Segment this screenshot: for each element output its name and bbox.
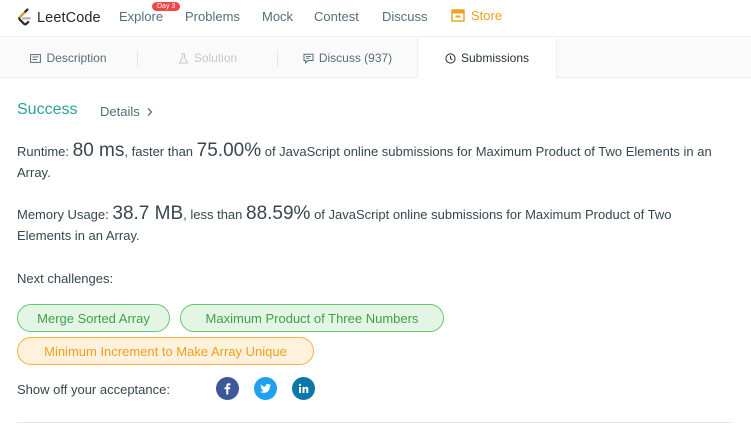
tab-discuss-label: Discuss (937) <box>318 51 393 65</box>
tab-solution-label: Solution <box>193 51 238 65</box>
description-icon <box>30 53 42 63</box>
status-success: Success <box>17 101 78 118</box>
twitter-icon <box>259 384 272 393</box>
divider <box>17 422 733 423</box>
memory-summary: Memory Usage: 38.7 MB, less than 88.59% … <box>17 203 727 246</box>
runtime-value: 80 ms <box>72 140 125 161</box>
leetcode-logo[interactable]: LeetCode <box>16 7 101 29</box>
linkedin-share-button[interactable] <box>292 377 315 400</box>
details-link[interactable]: Details <box>100 104 154 119</box>
nav-store[interactable]: Store <box>451 8 502 23</box>
nav-mock[interactable]: Mock <box>262 9 293 24</box>
tab-discuss[interactable]: Discuss (937) <box>278 38 417 78</box>
leetcode-logo-icon <box>18 8 31 26</box>
problem-tabs: Description Solution Discuss (937) Submi… <box>0 38 751 78</box>
comment-icon <box>303 53 314 64</box>
store-icon <box>451 9 465 22</box>
tab-submissions[interactable]: Submissions <box>417 38 557 78</box>
memory-mid: , less than <box>183 207 247 222</box>
challenge-chip-easy[interactable]: Merge Sorted Array <box>17 304 170 332</box>
chevron-right-icon <box>147 107 153 116</box>
tab-description[interactable]: Description <box>0 38 137 78</box>
logo-text: LeetCode <box>37 10 101 26</box>
challenge-chip-easy[interactable]: Maximum Product of Three Numbers <box>180 304 444 332</box>
runtime-percent: 75.00% <box>196 140 262 161</box>
challenge-chip-medium[interactable]: Minimum Increment to Make Array Unique <box>17 337 314 365</box>
facebook-share-button[interactable] <box>216 377 239 400</box>
store-label: Store <box>471 8 503 23</box>
memory-label: Memory Usage: <box>17 207 113 222</box>
tab-description-label: Description <box>46 51 107 65</box>
clock-icon <box>445 52 456 64</box>
runtime-label: Runtime: <box>17 144 73 159</box>
top-navbar: LeetCode Explore Day 3 Problems Mock Con… <box>0 0 751 37</box>
runtime-mid: , faster than <box>124 144 197 159</box>
share-label: Show off your acceptance: <box>17 382 170 397</box>
explore-day-badge: Day 3 <box>152 2 181 11</box>
facebook-icon <box>224 383 231 395</box>
submission-status: Success <box>17 101 77 119</box>
twitter-share-button[interactable] <box>254 377 277 400</box>
tab-submissions-label: Submissions <box>460 51 530 65</box>
memory-value: 38.7 MB <box>112 203 184 224</box>
runtime-summary: Runtime: 80 ms, faster than 75.00% of Ja… <box>17 140 727 183</box>
memory-percent: 88.59% <box>246 203 311 224</box>
next-challenges-label: Next challenges: <box>17 271 114 286</box>
nav-discuss[interactable]: Discuss <box>382 9 428 24</box>
nav-problems[interactable]: Problems <box>185 9 240 24</box>
flask-icon <box>178 52 189 63</box>
tab-solution[interactable]: Solution <box>138 38 277 78</box>
details-label: Details <box>100 104 140 119</box>
nav-explore[interactable]: Explore <box>119 9 163 24</box>
nav-contest[interactable]: Contest <box>314 9 359 24</box>
linkedin-icon <box>298 383 309 393</box>
